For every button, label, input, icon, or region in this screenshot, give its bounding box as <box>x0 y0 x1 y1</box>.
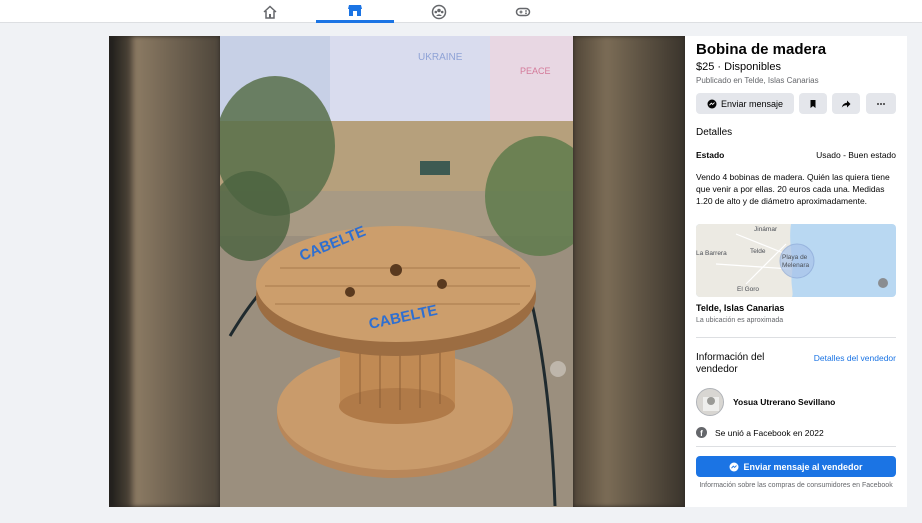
more-options-button[interactable] <box>866 93 896 114</box>
map-label-playa: Playa de <box>782 254 808 261</box>
listing-details-panel: Bobina de madera $25 · Disponibles Publi… <box>685 36 907 507</box>
map-label-melenara: Melenara <box>782 262 810 269</box>
photo-blurred-left <box>109 36 220 507</box>
location-title: Telde, Islas Canarias <box>696 303 785 313</box>
home-icon <box>263 4 277 19</box>
marketplace-icon <box>348 5 362 16</box>
message-seller-label: Enviar mensaje al vendedor <box>743 461 863 472</box>
seller-avatar[interactable] <box>696 388 724 416</box>
tab-marketplace[interactable] <box>316 0 394 23</box>
seller-name[interactable]: Yosua Utrerano Sevillano <box>733 397 835 407</box>
map-label-telde: Telde <box>750 248 766 255</box>
map-label-jinamar: Jinámar <box>754 226 778 233</box>
divider <box>696 337 896 338</box>
send-message-button[interactable]: Enviar mensaje <box>696 93 794 114</box>
bookmark-icon <box>810 99 816 108</box>
location-note: La ubicación es aproximada <box>696 317 784 324</box>
more-icon <box>877 102 885 105</box>
divider <box>696 446 896 447</box>
map-info-icon[interactable] <box>878 278 888 288</box>
details-heading: Detalles <box>696 127 733 138</box>
listing-description: Vendo 4 bobinas de madera. Quién las qui… <box>696 172 890 206</box>
map-label-el-goro: El Goro <box>737 286 760 293</box>
messenger-icon <box>729 462 739 471</box>
photo-viewer[interactable]: UKRAINE PEACE CABELTE CABELTE <box>109 36 685 507</box>
condition-value: Usado - Buen estado <box>816 150 896 160</box>
wall-text-ukraine: UKRAINE <box>418 52 463 63</box>
send-message-label: Enviar mensaje <box>720 98 784 109</box>
save-button[interactable] <box>799 93 827 114</box>
listing-photo: UKRAINE PEACE CABELTE CABELTE <box>220 36 573 507</box>
seller-details-link[interactable]: Detalles del vendedor <box>814 353 896 363</box>
photo-blurred-right <box>573 36 685 507</box>
messenger-icon <box>707 99 717 108</box>
consumer-info-link[interactable]: Información sobre las compras de consumi… <box>696 481 896 490</box>
tab-gaming[interactable] <box>484 0 562 23</box>
share-icon <box>841 100 851 108</box>
message-seller-button[interactable]: Enviar mensaje al vendedor <box>696 456 896 477</box>
listing-published: Publicado en Telde, Islas Canarias <box>696 76 819 85</box>
facebook-icon: f <box>696 427 707 438</box>
page-scrollbar[interactable] <box>907 36 922 507</box>
share-button[interactable] <box>832 93 860 114</box>
condition-label: Estado <box>696 150 725 160</box>
gaming-icon <box>515 7 531 16</box>
wall-text-peace: PEACE <box>520 66 551 76</box>
tab-groups[interactable] <box>400 0 478 23</box>
seller-joined-text: Se unió a Facebook en 2022 <box>715 427 824 438</box>
map-label-la-barrera: La Barrera <box>696 250 727 257</box>
listing-title: Bobina de madera <box>696 41 827 58</box>
top-navigation-bar <box>0 0 922 23</box>
seller-joined: f Se unió a Facebook en 2022 <box>696 427 824 438</box>
location-map[interactable]: Jinámar La Barrera Telde Playa de Melena… <box>696 224 896 297</box>
listing-price: $25 · Disponibles <box>696 61 781 73</box>
seller-info-heading: Información del vendedor <box>696 352 765 375</box>
tab-home[interactable] <box>231 0 309 23</box>
groups-icon <box>431 4 447 19</box>
next-photo-icon[interactable] <box>550 361 566 377</box>
